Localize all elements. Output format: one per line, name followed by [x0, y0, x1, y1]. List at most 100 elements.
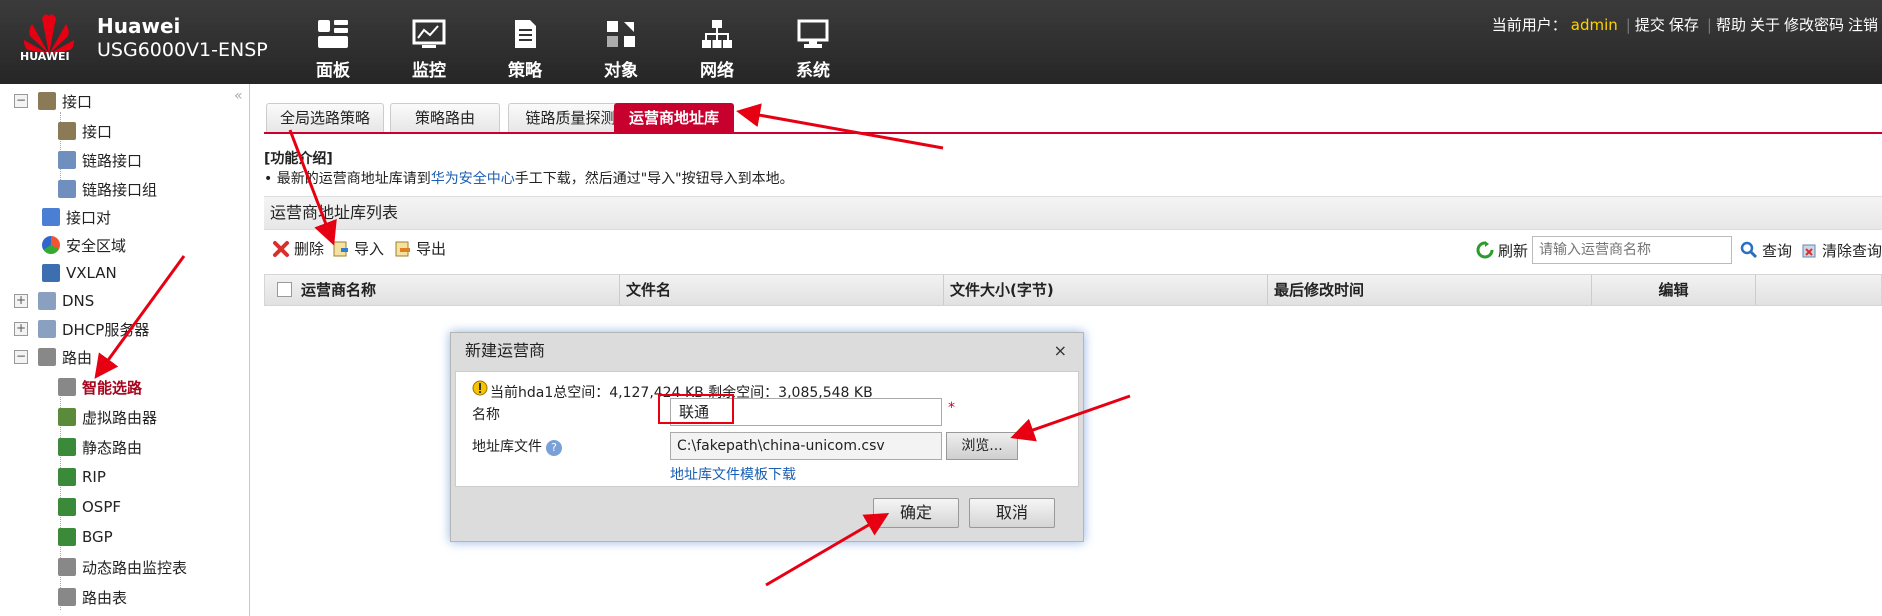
file-label: 地址库文件 [472, 439, 542, 455]
nav-policy[interactable]: 策略 [490, 18, 560, 81]
sidebar-item-link-interface-group[interactable]: 链路接口组 [58, 176, 157, 202]
sidebar-item-dynamic-route-monitor[interactable]: 动态路由监控表 [58, 554, 187, 580]
intro-text: • 最新的运营商地址库请到华为安全中心手工下载，然后通过"导入"按钮导入到本地。 [264, 168, 794, 188]
sidebar-item-ospf[interactable]: OSPF [58, 494, 121, 520]
isp-name-search-input[interactable] [1531, 236, 1732, 264]
required-mark: * [948, 400, 955, 416]
column-edit: 编辑 [1591, 275, 1755, 305]
collapse-sidebar-icon[interactable]: « [234, 88, 243, 104]
file-label-row: 地址库文件? [472, 436, 562, 456]
sidebar-item-interface[interactable]: 接口 [58, 118, 112, 144]
sidebar-item-smart-routing[interactable]: 智能选路 [58, 374, 142, 400]
dhcp-icon [38, 320, 56, 338]
address-file-input[interactable]: C:\fakepath\china-unicom.csv [670, 432, 942, 460]
logout-link[interactable]: 注销 [1848, 16, 1878, 34]
collapse-toggle-icon[interactable]: − [14, 94, 28, 108]
query-button[interactable]: 查询 [1762, 240, 1792, 261]
select-all-checkbox[interactable] [277, 282, 292, 297]
sidebar-item-label: 接口 [82, 122, 113, 141]
sidebar-item-label: DHCP服务器 [62, 320, 150, 339]
help-icon[interactable]: ? [546, 440, 562, 456]
smart-routing-icon [58, 378, 76, 396]
nav-object[interactable]: 对象 [586, 18, 656, 81]
collapse-toggle-icon[interactable]: − [14, 350, 28, 364]
column-file-name[interactable]: 文件名 [619, 275, 943, 305]
sidebar-item-dhcp[interactable]: + DHCP服务器 [14, 316, 149, 342]
delete-label: 删除 [294, 240, 325, 258]
nav-label: 网络 [700, 61, 734, 81]
nav-system[interactable]: 系统 [778, 18, 848, 81]
change-password-link[interactable]: 修改密码 [1784, 16, 1844, 34]
sidebar-item-bgp[interactable]: BGP [58, 524, 113, 550]
vxlan-icon [42, 264, 60, 282]
expand-toggle-icon[interactable]: + [14, 322, 28, 336]
column-isp-name[interactable]: 运营商名称 [295, 275, 615, 305]
tab-global-routing-policy[interactable]: 全局选路策略 [266, 103, 384, 133]
warning-icon [472, 380, 488, 396]
product-name: USG6000V1-ENSP [97, 39, 268, 61]
security-zone-icon [42, 236, 60, 254]
sidebar-item-dns[interactable]: + DNS [14, 288, 94, 314]
nav-label: 面板 [316, 61, 350, 81]
close-icon[interactable]: × [1054, 341, 1067, 360]
expand-toggle-icon[interactable]: + [14, 294, 28, 308]
template-download-link[interactable]: 地址库文件模板下载 [670, 464, 796, 484]
column-last-modified[interactable]: 最后修改时间 [1267, 275, 1591, 305]
nav-dashboard[interactable]: 面板 [298, 18, 368, 81]
nav-label: 系统 [796, 61, 830, 81]
security-center-link[interactable]: 华为安全中心 [431, 171, 515, 187]
column-file-size[interactable]: 文件大小(字节) [943, 275, 1267, 305]
tab-isp-address-library[interactable]: 运营商地址库 [614, 103, 734, 133]
sidebar-item-label: VXLAN [66, 264, 117, 282]
refresh-icon[interactable] [1476, 241, 1494, 259]
clear-query-button[interactable]: 清除查询 [1822, 240, 1882, 261]
sidebar-item-label: 路由 [62, 348, 93, 367]
import-button[interactable]: 导入 [332, 238, 384, 259]
tab-policy-routing[interactable]: 策略路由 [390, 103, 500, 133]
sidebar-item-interface-group[interactable]: − 接口 [14, 88, 92, 114]
ok-button[interactable]: 确定 [873, 498, 959, 528]
save-link[interactable]: 保存 [1669, 16, 1699, 34]
router-icon [38, 348, 56, 366]
delete-icon [273, 240, 289, 257]
dns-icon [38, 292, 56, 310]
sidebar-item-routing[interactable]: − 路由 [14, 344, 92, 370]
clear-query-icon[interactable] [1800, 241, 1818, 259]
sidebar-item-label: 智能选路 [82, 378, 143, 397]
object-icon [607, 21, 635, 47]
sidebar-item-rip[interactable]: RIP [58, 464, 106, 490]
sidebar-item-interface-pair[interactable]: 接口对 [42, 204, 111, 230]
logo-text: HUAWEI [20, 50, 70, 63]
nav-network[interactable]: 网络 [682, 18, 752, 81]
sidebar-item-label: 动态路由监控表 [82, 558, 188, 577]
help-link[interactable]: 帮助 [1716, 16, 1746, 34]
network-icon [702, 20, 732, 48]
sidebar-item-virtual-router[interactable]: 虚拟路由器 [58, 404, 157, 430]
browse-button[interactable]: 浏览... [946, 432, 1018, 460]
sidebar-item-vxlan[interactable]: VXLAN [42, 260, 117, 286]
search-icon[interactable] [1740, 241, 1758, 259]
refresh-button[interactable]: 刷新 [1498, 240, 1528, 261]
sidebar-item-label: 安全区域 [66, 236, 127, 255]
sidebar-item-label: 接口对 [66, 208, 112, 227]
bgp-icon [58, 528, 76, 546]
sidebar-item-label: 链路接口 [82, 151, 143, 170]
nav-monitor[interactable]: 监控 [394, 18, 464, 81]
nav-label: 对象 [604, 61, 638, 81]
static-route-icon [58, 438, 76, 456]
submit-link[interactable]: 提交 [1635, 16, 1665, 34]
sidebar-item-security-zone[interactable]: 安全区域 [42, 232, 126, 258]
export-button[interactable]: 导出 [394, 238, 446, 259]
sidebar-item-route-table[interactable]: 路由表 [58, 584, 127, 610]
cancel-button[interactable]: 取消 [969, 498, 1055, 528]
link-interface-icon [58, 151, 76, 169]
sidebar-item-label: 虚拟路由器 [82, 408, 158, 427]
search-tools: 刷新 查询 清除查询 [1476, 236, 1882, 264]
export-label: 导出 [416, 240, 447, 258]
about-link[interactable]: 关于 [1750, 16, 1780, 34]
sidebar-item-link-interface[interactable]: 链路接口 [58, 147, 142, 173]
delete-button[interactable]: 删除 [272, 238, 324, 259]
sidebar-item-static-route[interactable]: 静态路由 [58, 434, 142, 460]
monitor-icon [412, 19, 446, 48]
table-header: 运营商名称 文件名 文件大小(字节) 最后修改时间 编辑 [264, 274, 1882, 306]
